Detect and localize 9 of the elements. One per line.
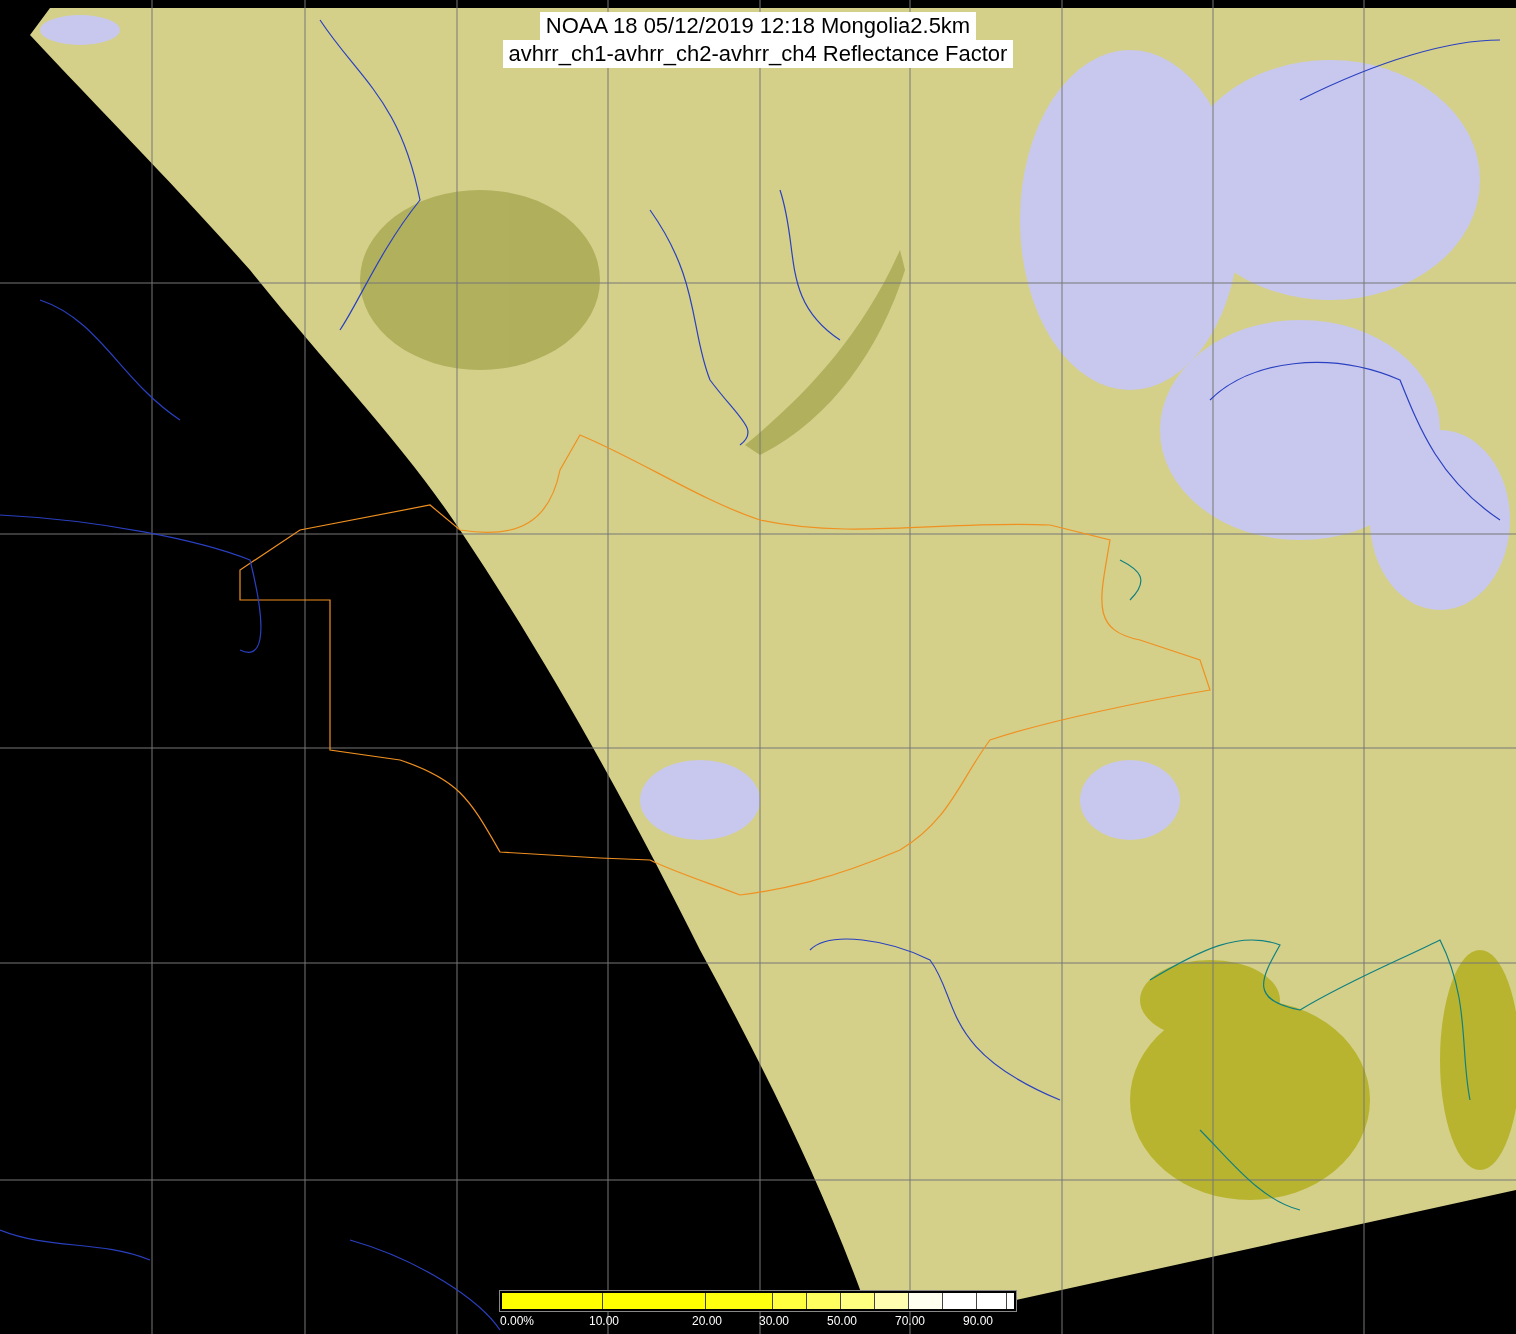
map-title: avhrr_ch1-avhrr_ch2-avhrr_ch4 Reflectance Factor (502, 40, 1014, 68)
scale-label: 0.00% (500, 1313, 535, 1330)
scale-label: 70.00 (895, 1313, 926, 1330)
map-title: NOAA 18 05/12/2019 12:18 Mongolia2.5km (539, 12, 977, 40)
scale-label: 30.00 (759, 1313, 790, 1330)
scale-label: 10.00 (589, 1313, 620, 1330)
scale-label: 20.00 (692, 1313, 723, 1330)
scale-label: 90.00 (963, 1313, 994, 1330)
scale-label: 50.00 (827, 1313, 858, 1330)
